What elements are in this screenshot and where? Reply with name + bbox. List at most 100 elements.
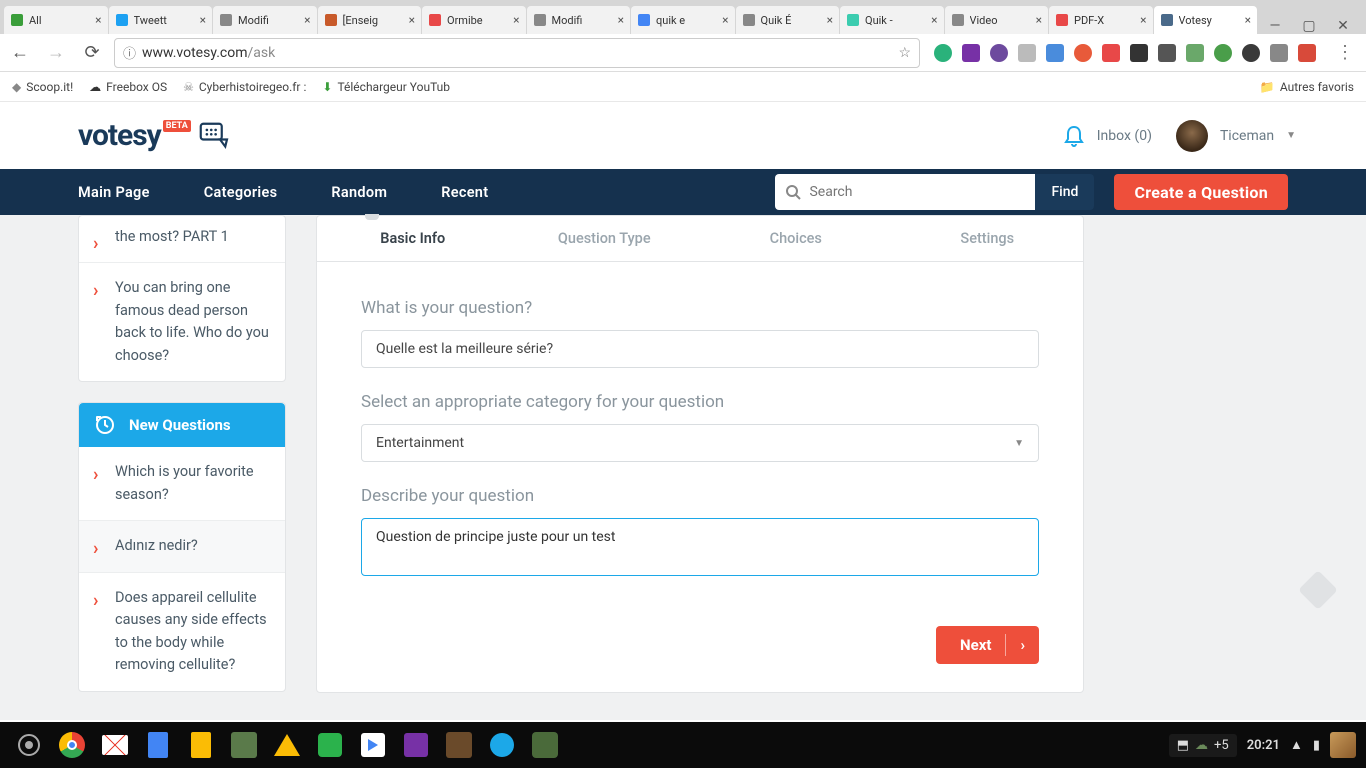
find-button[interactable]: Find bbox=[1035, 174, 1094, 210]
browser-tab[interactable]: Ormibe× bbox=[422, 6, 526, 34]
tray-count: +5 bbox=[1214, 738, 1229, 753]
browser-tab[interactable]: Video× bbox=[945, 6, 1049, 34]
ext-icon[interactable] bbox=[1102, 44, 1120, 62]
tab-question-type[interactable]: Question Type bbox=[509, 216, 701, 261]
close-tab-icon[interactable]: × bbox=[1036, 13, 1042, 27]
bookmark-star-icon[interactable]: ☆ bbox=[898, 45, 911, 61]
bookmark-item[interactable]: ⬇Téléchargeur YouTub bbox=[322, 80, 450, 94]
site-info-icon[interactable]: ⓘ bbox=[123, 43, 136, 62]
maximize-icon[interactable]: ▢ bbox=[1292, 18, 1326, 34]
tray-app-icon[interactable] bbox=[1330, 732, 1356, 758]
nav-categories[interactable]: Categories bbox=[204, 184, 278, 201]
browser-tab[interactable]: PDF-X× bbox=[1049, 6, 1153, 34]
create-question-button[interactable]: Create a Question bbox=[1114, 174, 1288, 210]
nav-recent[interactable]: Recent bbox=[441, 184, 488, 201]
close-window-icon[interactable]: ✕ bbox=[1326, 18, 1360, 34]
browser-tab[interactable]: Quik -× bbox=[840, 6, 944, 34]
list-item[interactable]: Which is your favorite season? bbox=[79, 447, 285, 521]
ext-icon[interactable] bbox=[1270, 44, 1288, 62]
close-tab-icon[interactable]: × bbox=[95, 13, 101, 27]
browser-menu-icon[interactable]: ⋮ bbox=[1330, 42, 1360, 63]
nav-main-page[interactable]: Main Page bbox=[78, 184, 150, 201]
category-select[interactable]: Entertainment ▼ bbox=[361, 424, 1039, 462]
list-item[interactable]: the most? PART 1 bbox=[79, 216, 285, 263]
minimize-icon[interactable]: — bbox=[1258, 18, 1292, 34]
bookmark-item[interactable]: ☠Cyberhistoiregeo.fr : bbox=[183, 80, 306, 94]
other-bookmarks[interactable]: 📁Autres favoris bbox=[1260, 80, 1354, 94]
taskbar-play-icon[interactable] bbox=[354, 726, 392, 764]
category-label: Select an appropriate category for your … bbox=[361, 392, 1039, 412]
ext-icon[interactable] bbox=[962, 44, 980, 62]
browser-tab[interactable]: Votesy× bbox=[1154, 6, 1258, 34]
question-label: What is your question? bbox=[361, 298, 1039, 318]
taskbar-slides-icon[interactable] bbox=[182, 726, 220, 764]
taskbar-app-icon[interactable] bbox=[225, 726, 263, 764]
browser-tab[interactable]: [Enseig× bbox=[318, 6, 422, 34]
tab-basic-info[interactable]: Basic Info bbox=[317, 216, 509, 261]
ext-icon[interactable] bbox=[1046, 44, 1064, 62]
close-tab-icon[interactable]: × bbox=[827, 13, 833, 27]
favicon bbox=[533, 13, 547, 27]
tab-choices[interactable]: Choices bbox=[700, 216, 892, 261]
address-bar[interactable]: ⓘ www.votesy.com/ask ☆ bbox=[114, 38, 920, 68]
close-tab-icon[interactable]: × bbox=[200, 13, 206, 27]
tray-icon: ⬒ bbox=[1177, 738, 1189, 753]
close-tab-icon[interactable]: × bbox=[722, 13, 728, 27]
browser-tab[interactable]: Modifi× bbox=[213, 6, 317, 34]
ext-icon[interactable] bbox=[1242, 44, 1260, 62]
taskbar-app-icon[interactable] bbox=[440, 726, 478, 764]
bookmark-item[interactable]: ◆Scoop.it! bbox=[12, 80, 73, 94]
browser-tab[interactable]: Modifi× bbox=[527, 6, 631, 34]
list-item[interactable]: You can bring one famous dead person bac… bbox=[79, 263, 285, 381]
taskbar-drive-icon[interactable] bbox=[268, 726, 306, 764]
ext-icon[interactable] bbox=[1018, 44, 1036, 62]
browser-tab[interactable]: quik e× bbox=[631, 6, 735, 34]
close-tab-icon[interactable]: × bbox=[513, 13, 519, 27]
taskbar-onenote-icon[interactable] bbox=[397, 726, 435, 764]
browser-tab[interactable]: Tweett× bbox=[109, 6, 213, 34]
taskbar-gmail-icon[interactable] bbox=[96, 726, 134, 764]
user-menu[interactable]: Ticeman ▼ bbox=[1176, 120, 1296, 152]
browser-tab[interactable]: Quik É× bbox=[736, 6, 840, 34]
tray-group[interactable]: ⬒ ☁ +5 bbox=[1169, 734, 1237, 757]
next-button[interactable]: Next › bbox=[936, 626, 1039, 664]
taskbar-app-icon[interactable] bbox=[526, 726, 564, 764]
forward-button[interactable]: → bbox=[42, 39, 70, 67]
ext-icon[interactable] bbox=[934, 44, 952, 62]
ext-icon[interactable] bbox=[1298, 44, 1316, 62]
wifi-icon[interactable]: ▲ bbox=[1290, 737, 1303, 753]
bookmark-item[interactable]: ☁Freebox OS bbox=[89, 80, 167, 94]
browser-tab[interactable]: All× bbox=[4, 6, 108, 34]
battery-icon[interactable]: ▮ bbox=[1313, 738, 1320, 753]
list-item[interactable]: Adınız nedir? bbox=[79, 521, 285, 572]
close-tab-icon[interactable]: × bbox=[1140, 13, 1146, 27]
taskbar-chrome-icon[interactable] bbox=[53, 726, 91, 764]
describe-textarea[interactable] bbox=[361, 518, 1039, 576]
nav-random[interactable]: Random bbox=[331, 184, 387, 201]
start-button[interactable] bbox=[10, 726, 48, 764]
close-tab-icon[interactable]: × bbox=[1245, 13, 1251, 27]
taskbar-docs-icon[interactable] bbox=[139, 726, 177, 764]
ext-icon[interactable] bbox=[1130, 44, 1148, 62]
close-tab-icon[interactable]: × bbox=[618, 13, 624, 27]
ext-icon[interactable] bbox=[990, 44, 1008, 62]
close-tab-icon[interactable]: × bbox=[304, 13, 310, 27]
close-tab-icon[interactable]: × bbox=[931, 13, 937, 27]
ext-icon[interactable] bbox=[1074, 44, 1092, 62]
back-button[interactable]: ← bbox=[6, 39, 34, 67]
question-input[interactable] bbox=[361, 330, 1039, 368]
tab-settings[interactable]: Settings bbox=[892, 216, 1084, 261]
close-tab-icon[interactable]: × bbox=[409, 13, 415, 27]
taskbar-app-icon[interactable] bbox=[483, 726, 521, 764]
inbox-link[interactable]: Inbox (0) bbox=[1063, 124, 1152, 148]
ext-icon[interactable] bbox=[1158, 44, 1176, 62]
search-wrap: Find bbox=[775, 174, 1094, 210]
ext-icon[interactable] bbox=[1214, 44, 1232, 62]
reload-button[interactable]: ⟳ bbox=[78, 39, 106, 67]
ext-icon[interactable] bbox=[1186, 44, 1204, 62]
search-input[interactable] bbox=[775, 174, 1035, 210]
site-logo[interactable]: votesyBETA bbox=[78, 118, 231, 153]
taskbar-feedly-icon[interactable] bbox=[311, 726, 349, 764]
main-column: Basic Info Question Type Choices Setting… bbox=[300, 215, 1098, 720]
list-item[interactable]: Does appareil cellulite causes any side … bbox=[79, 573, 285, 691]
